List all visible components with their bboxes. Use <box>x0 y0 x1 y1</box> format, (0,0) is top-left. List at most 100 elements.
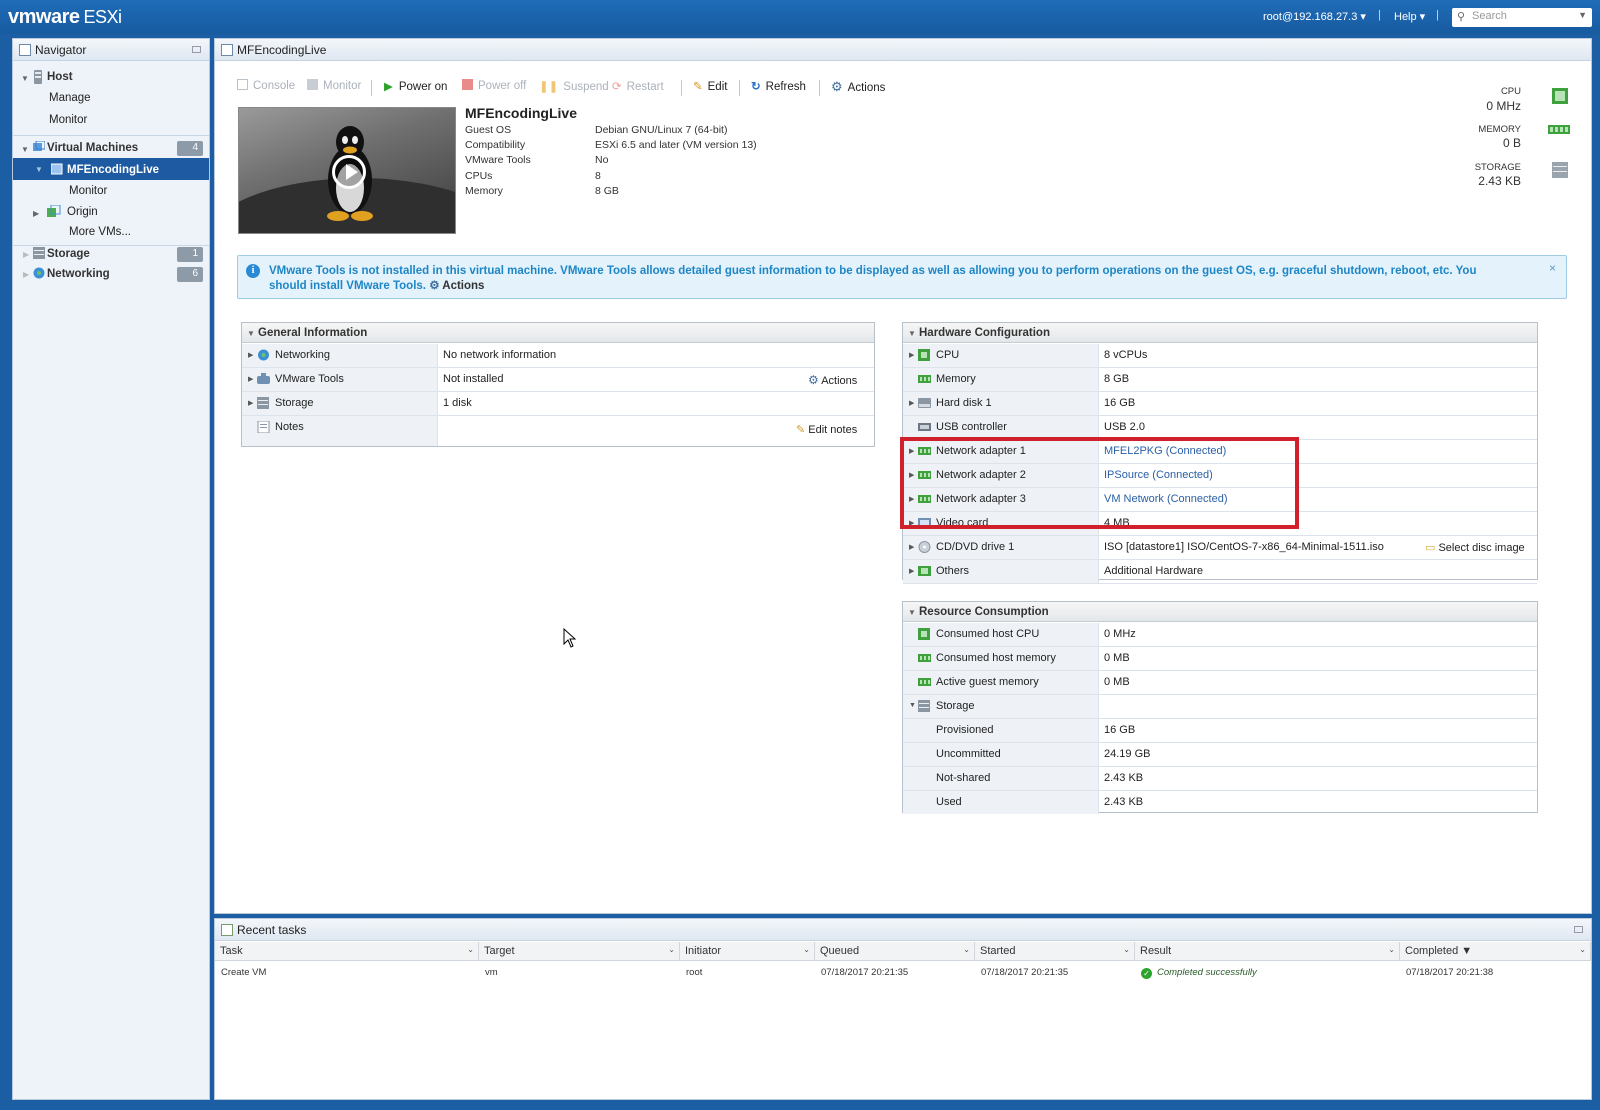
expand-triangle-icon[interactable]: ▶ <box>248 351 253 359</box>
general-row-networking[interactable]: ▶ Networking No network information <box>242 344 874 368</box>
vmware-tools-actions-button[interactable]: ⚙ Actions <box>808 373 857 387</box>
row-label: Used <box>936 796 962 808</box>
virtual-machines-icon <box>33 141 45 151</box>
column-header-result[interactable]: Result ⌄ <box>1135 942 1400 961</box>
collapse-triangle-icon[interactable]: ▼ <box>35 165 43 174</box>
vmware-esxi-logo[interactable]: vmware ESXi <box>8 6 122 29</box>
column-header-target[interactable]: Target ⌄ <box>479 942 680 961</box>
collapse-triangle-icon[interactable]: ▶ <box>23 270 29 279</box>
column-header-completed[interactable]: Completed ▼ ⌄ <box>1400 942 1591 961</box>
hardware-configuration-header[interactable]: ▼ Hardware Configuration <box>903 323 1537 343</box>
actions-button[interactable]: ⚙ Actions <box>831 79 885 95</box>
prop-label-cpus: CPUs <box>465 170 493 182</box>
storage-icon <box>33 247 45 259</box>
logo-esxi-text: ESXi <box>83 7 123 27</box>
row-label: CPU <box>936 349 960 361</box>
collapse-triangle-icon[interactable]: ▼ <box>247 329 255 338</box>
user-menu[interactable]: root@192.168.27.3 ▾ <box>1263 10 1366 23</box>
power-off-button[interactable]: Power off <box>462 79 526 92</box>
nav-storage[interactable]: Storage <box>47 248 90 268</box>
edit-button[interactable]: ✎ Edit <box>693 79 727 93</box>
general-row-notes[interactable]: Notes ✎ Edit notes <box>242 416 874 446</box>
collapse-triangle-icon[interactable]: ▼ <box>21 74 29 83</box>
success-check-icon: ✓ <box>1141 968 1152 979</box>
expand-triangle-icon[interactable]: ▶ <box>909 399 914 407</box>
column-header-queued[interactable]: Queued ⌄ <box>815 942 975 961</box>
collapse-triangle-icon[interactable]: ▼ <box>909 702 916 709</box>
chevron-down-icon[interactable]: ⌄ <box>467 945 474 954</box>
vm-group-icon <box>47 205 61 217</box>
user-label: root@192.168.27.3 <box>1263 11 1358 23</box>
chevron-down-icon[interactable]: ⌄ <box>803 945 810 954</box>
refresh-button[interactable]: ↻ Refresh <box>751 79 806 93</box>
expand-triangle-icon[interactable]: ▶ <box>909 351 914 359</box>
chevron-down-icon[interactable]: ⌄ <box>1388 945 1395 954</box>
hardware-row-others[interactable]: ▶ Others Additional Hardware <box>903 560 1537 584</box>
collapse-triangle-icon[interactable]: ▼ <box>908 329 916 338</box>
row-value: 0 MHz <box>1104 628 1136 640</box>
search-input[interactable]: ⚲ Search ▼ <box>1452 8 1592 27</box>
host-icon <box>34 70 42 84</box>
nav-host[interactable]: Host <box>47 71 73 91</box>
expand-triangle-icon[interactable]: ▶ <box>248 375 253 383</box>
vm-icon <box>51 163 63 175</box>
edit-notes-button[interactable]: ✎ Edit notes <box>796 423 857 436</box>
select-disc-image-button[interactable]: ▭ Select disc image <box>1425 541 1525 554</box>
search-icon: ⚲ <box>1457 11 1466 23</box>
expand-triangle-icon[interactable]: ▶ <box>248 399 253 407</box>
row-label: Consumed host memory <box>936 652 1056 664</box>
hardware-row-memory[interactable]: Memory 8 GB <box>903 368 1537 392</box>
networking-count-badge: 6 <box>177 267 203 282</box>
nav-host-monitor[interactable]: Monitor <box>49 114 87 134</box>
prop-label-compatibility: Compatibility <box>465 139 526 151</box>
expand-triangle-icon[interactable]: ▶ <box>909 543 914 551</box>
column-header-initiator[interactable]: Initiator ⌄ <box>680 942 815 961</box>
nav-vm-monitor[interactable]: Monitor <box>69 185 107 205</box>
expand-triangle-icon[interactable]: ▶ <box>909 567 914 575</box>
console-button[interactable]: Console <box>237 79 295 92</box>
column-header-task[interactable]: Task ⌄ <box>215 942 479 961</box>
power-on-button[interactable]: ▶ Power on <box>384 79 447 93</box>
general-information-header[interactable]: ▼ General Information <box>242 323 874 343</box>
networking-icon <box>258 349 269 361</box>
nav-vm-mfencodinglive[interactable]: MFEncodingLive <box>67 164 159 184</box>
collapse-icon[interactable] <box>1574 926 1583 933</box>
hard-disk-icon <box>918 398 931 408</box>
nav-networking[interactable]: Networking <box>47 268 110 288</box>
general-row-vmware-tools[interactable]: ▶ VMware Tools Not installed ⚙ Actions <box>242 368 874 392</box>
nav-more-vms[interactable]: More VMs... <box>69 226 131 246</box>
chevron-down-icon[interactable]: ⌄ <box>1123 945 1130 954</box>
hardware-row-hard-disk-1[interactable]: ▶ Hard disk 1 16 GB <box>903 392 1537 416</box>
column-header-started[interactable]: Started ⌄ <box>975 942 1135 961</box>
resource-row-storage[interactable]: ▼ Storage <box>903 695 1537 719</box>
hardware-row-cpu[interactable]: ▶ CPU 8 vCPUs <box>903 344 1537 368</box>
prop-label-vmware-tools: VMware Tools <box>465 154 531 166</box>
suspend-button[interactable]: ❚❚ Suspend <box>539 79 609 93</box>
close-icon[interactable]: × <box>1549 261 1556 275</box>
expand-triangle-icon[interactable]: ▶ <box>33 209 39 218</box>
restart-button[interactable]: ⟳ Restart <box>612 79 664 93</box>
chevron-down-icon[interactable]: ⌄ <box>668 945 675 954</box>
monitor-button[interactable]: Monitor <box>307 79 361 92</box>
nav-vm-origin[interactable]: Origin <box>67 206 98 226</box>
chevron-down-icon[interactable]: ⌄ <box>1579 945 1586 954</box>
collapse-triangle-icon[interactable]: ▶ <box>23 250 29 259</box>
hardware-row-cd-dvd-drive-1[interactable]: ▶ CD/DVD drive 1 ISO [datastore1] ISO/Cent… <box>903 536 1537 560</box>
chevron-down-icon[interactable]: ▼ <box>1578 10 1587 20</box>
task-cell-task: Create VM <box>221 967 267 978</box>
help-menu[interactable]: Help ▾ <box>1394 10 1425 23</box>
pencil-icon: ✎ <box>693 81 703 93</box>
collapse-triangle-icon[interactable]: ▼ <box>908 608 916 617</box>
collapse-icon[interactable] <box>192 46 201 53</box>
general-row-storage[interactable]: ▶ Storage 1 disk <box>242 392 874 416</box>
nav-host-manage[interactable]: Manage <box>49 92 91 112</box>
vm-console-thumbnail[interactable] <box>238 107 456 234</box>
storage-icon <box>257 397 269 409</box>
chevron-down-icon[interactable]: ⌄ <box>963 945 970 954</box>
collapse-triangle-icon[interactable]: ▼ <box>21 145 29 154</box>
play-icon[interactable] <box>332 155 366 189</box>
cpu-icon <box>918 628 930 640</box>
info-actions-link[interactable]: ⚙ Actions <box>429 280 484 292</box>
row-value: 2.43 KB <box>1104 796 1144 808</box>
resource-consumption-header[interactable]: ▼ Resource Consumption <box>903 602 1537 622</box>
